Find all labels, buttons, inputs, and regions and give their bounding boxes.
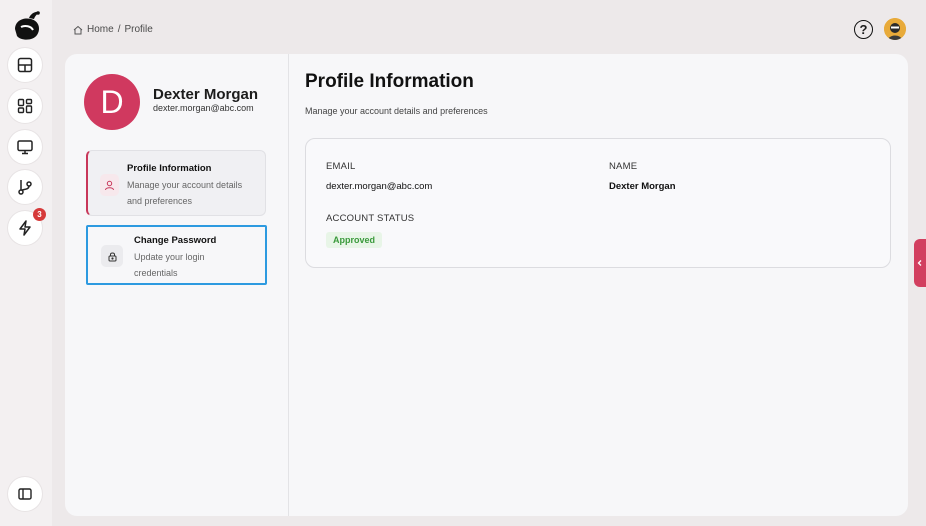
rail-lightning-button[interactable]: 3: [8, 208, 46, 245]
nav-profile-information-title: Profile Information: [127, 163, 212, 174]
rail-monitor-button[interactable]: [8, 130, 42, 164]
header-actions: ?: [854, 18, 906, 40]
account-status-label: ACCOUNT STATUS: [326, 213, 415, 224]
table-icon: [17, 57, 33, 73]
profile-name: Dexter Morgan: [153, 86, 259, 103]
breadcrumb-separator: /: [117, 24, 121, 35]
collapse-panel-tab[interactable]: [914, 239, 926, 287]
nav-profile-information[interactable]: Profile Information Manage your account …: [86, 150, 266, 216]
rail-panel-toggle-button[interactable]: [8, 477, 42, 511]
nav-change-password-description: Update your login credentials: [134, 252, 205, 278]
chevron-left-icon: [917, 260, 922, 266]
help-circle-icon[interactable]: ?: [854, 19, 873, 39]
rail-table-button[interactable]: [8, 48, 42, 82]
email-value: dexter.morgan@abc.com: [326, 181, 433, 192]
breadcrumb-current: Profile: [124, 24, 153, 35]
page-subtitle: Manage your account details and preferen…: [305, 106, 488, 116]
status-badge: Approved: [326, 232, 383, 248]
help-glyph: ?: [859, 21, 868, 37]
app-logo-icon[interactable]: [11, 9, 43, 43]
name-label: NAME: [609, 161, 638, 172]
app-sidebar: 3: [0, 0, 52, 526]
profile-avatar: D: [84, 74, 140, 130]
lightning-icon: [19, 220, 31, 236]
user-avatar[interactable]: [884, 18, 906, 40]
rail-git-button[interactable]: [8, 170, 42, 204]
page-title: Profile Information: [305, 71, 474, 92]
nav-profile-information-description: Manage your account details and preferen…: [127, 180, 243, 206]
name-value: Dexter Morgan: [609, 181, 676, 192]
home-icon: [73, 25, 83, 34]
nav-change-password[interactable]: Change Password Update your login creden…: [86, 225, 267, 285]
nav-change-password-title: Change Password: [134, 235, 217, 246]
breadcrumb: Home / Profile: [73, 24, 153, 35]
profile-info-card: EMAIL dexter.morgan@abc.com NAME Dexter …: [305, 138, 891, 268]
git-branch-icon: [18, 180, 32, 195]
breadcrumb-home-link[interactable]: Home: [87, 24, 114, 35]
panel-toggle-icon: [18, 488, 32, 500]
profile-email: dexter.morgan@abc.com: [153, 103, 254, 113]
dashboard-icon: [17, 98, 33, 114]
lock-icon: [101, 245, 123, 267]
profile-panel: D Dexter Morgan dexter.morgan@abc.com Pr…: [65, 54, 908, 516]
profile-content: Profile Information Manage your account …: [289, 54, 908, 516]
profile-sidebar: D Dexter Morgan dexter.morgan@abc.com Pr…: [65, 54, 289, 516]
rail-dashboard-button[interactable]: [8, 89, 42, 123]
monitor-icon: [17, 140, 33, 155]
user-icon: [100, 174, 119, 196]
notification-badge: 3: [33, 208, 46, 221]
user-avatar-image: [884, 18, 906, 40]
email-label: EMAIL: [326, 161, 356, 172]
